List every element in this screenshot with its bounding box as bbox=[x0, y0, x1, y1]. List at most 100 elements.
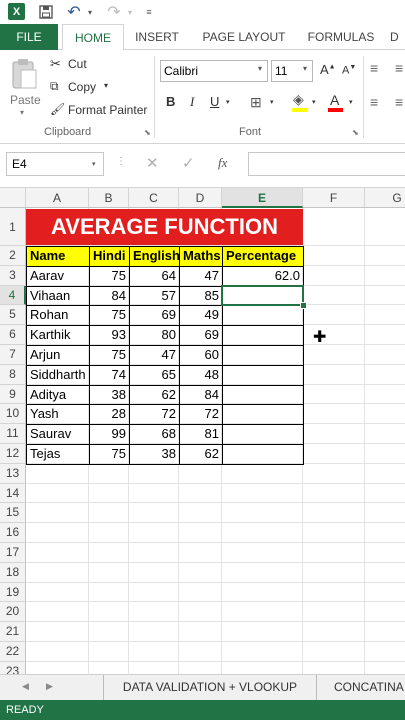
data-cell-percentage[interactable] bbox=[222, 384, 304, 406]
scroll-sheets-left-icon[interactable]: ◀ bbox=[22, 681, 29, 692]
data-cell-maths[interactable]: 84 bbox=[179, 384, 223, 406]
increase-font-size-icon[interactable]: A▲ bbox=[320, 62, 336, 77]
data-cell-name[interactable]: Rohan bbox=[26, 305, 90, 327]
insert-function-icon[interactable]: fx bbox=[218, 155, 227, 171]
row-header-2[interactable]: 2 bbox=[0, 246, 26, 266]
redo-dropdown-icon[interactable]: ▾ bbox=[126, 3, 134, 21]
center-align-icon[interactable]: ≡ bbox=[395, 94, 403, 110]
data-cell-hindi[interactable]: 93 bbox=[89, 325, 130, 346]
middle-align-icon[interactable]: ≡ bbox=[395, 60, 403, 76]
row-header-15[interactable]: 15 bbox=[0, 503, 26, 524]
data-cell-hindi[interactable]: 38 bbox=[89, 384, 130, 406]
cut-button[interactable]: Cut bbox=[68, 57, 87, 71]
data-cell-percentage[interactable] bbox=[222, 424, 304, 445]
data-cell-english[interactable]: 47 bbox=[129, 345, 180, 366]
row-header-8[interactable]: 8 bbox=[0, 364, 26, 385]
data-cell-hindi[interactable]: 99 bbox=[89, 424, 130, 445]
data-cell-maths[interactable]: 81 bbox=[179, 424, 223, 445]
top-align-icon[interactable]: ≡ bbox=[370, 60, 378, 76]
paste-dropdown-icon[interactable]: ▾ bbox=[20, 108, 24, 117]
tab-home[interactable]: HOME bbox=[62, 24, 124, 51]
data-cell-english[interactable]: 57 bbox=[129, 285, 180, 307]
customize-qat-icon[interactable]: ≡ bbox=[144, 3, 154, 21]
decrease-font-size-icon[interactable]: A▼ bbox=[342, 64, 356, 77]
align-left-icon[interactable]: ≡ bbox=[370, 94, 378, 110]
fill-color-dropdown-icon[interactable]: ▾ bbox=[312, 98, 316, 106]
copy-button[interactable]: Copy bbox=[68, 80, 96, 94]
formula-input[interactable] bbox=[248, 152, 405, 176]
fill-color-icon[interactable]: ◈ bbox=[293, 91, 304, 108]
data-cell-hindi[interactable]: 75 bbox=[89, 305, 130, 327]
tab-file[interactable]: FILE bbox=[0, 24, 58, 50]
data-cell-english[interactable]: 72 bbox=[129, 404, 180, 426]
column-header-a[interactable]: A bbox=[26, 188, 89, 208]
data-cell-english[interactable]: 62 bbox=[129, 384, 180, 406]
select-all-corner[interactable] bbox=[0, 188, 26, 208]
data-cell-english[interactable]: 38 bbox=[129, 444, 180, 465]
fill-handle[interactable] bbox=[300, 302, 307, 310]
format-painter-icon[interactable]: 🖌 bbox=[50, 102, 65, 116]
tab-data[interactable]: D bbox=[390, 24, 405, 50]
font-launcher-icon[interactable]: ⬊ bbox=[352, 128, 359, 137]
data-cell-maths[interactable]: 72 bbox=[179, 404, 223, 426]
row-header-12[interactable]: 12 bbox=[0, 444, 26, 464]
paste-button[interactable]: Paste bbox=[10, 93, 41, 107]
font-name-dropdown-icon[interactable]: ▾ bbox=[258, 64, 262, 73]
sheet-tab[interactable]: CONCATINA bbox=[320, 675, 405, 700]
paste-icon[interactable] bbox=[10, 58, 38, 90]
data-cell-percentage[interactable]: 62.0 bbox=[222, 265, 304, 287]
row-header-10[interactable]: 10 bbox=[0, 404, 26, 425]
data-cell-english[interactable]: 64 bbox=[129, 265, 180, 287]
enter-icon[interactable]: ✓ bbox=[182, 154, 195, 172]
column-header-f[interactable]: F bbox=[303, 188, 365, 208]
undo-dropdown-icon[interactable]: ▾ bbox=[86, 3, 94, 21]
name-box[interactable]: E4 bbox=[6, 152, 104, 176]
row-header-23[interactable]: 23 bbox=[0, 661, 26, 674]
data-cell-hindi[interactable]: 75 bbox=[89, 444, 130, 465]
font-name-select[interactable]: Calibri bbox=[160, 60, 268, 82]
row-header-17[interactable]: 17 bbox=[0, 543, 26, 563]
format-painter-button[interactable]: Format Painter bbox=[68, 103, 147, 117]
data-cell-name[interactable]: Karthik bbox=[26, 325, 90, 346]
data-cell-hindi[interactable]: 75 bbox=[89, 345, 130, 366]
data-cell-name[interactable]: Arjun bbox=[26, 345, 90, 366]
borders-icon[interactable]: ⊞ bbox=[250, 94, 262, 111]
tab-insert[interactable]: INSERT bbox=[128, 24, 186, 50]
row-header-4[interactable]: 4 bbox=[0, 285, 26, 306]
column-heading-cell[interactable]: Percentage bbox=[222, 246, 304, 267]
row-header-14[interactable]: 14 bbox=[0, 483, 26, 504]
active-cell-cursor[interactable] bbox=[221, 284, 304, 307]
row-header-13[interactable]: 13 bbox=[0, 463, 26, 484]
column-heading-cell[interactable]: Name bbox=[26, 246, 90, 267]
data-cell-english[interactable]: 80 bbox=[129, 325, 180, 346]
data-cell-name[interactable]: Saurav bbox=[26, 424, 90, 445]
column-header-e[interactable]: E bbox=[222, 188, 303, 208]
copy-icon[interactable]: ⧉ bbox=[50, 79, 59, 94]
data-cell-hindi[interactable]: 75 bbox=[89, 265, 130, 287]
formula-bar-splitter-icon[interactable]: ⋮ bbox=[116, 156, 126, 167]
worksheet-grid[interactable]: A B C D E F G 1 2 3 4 5 6 7 8 9 10 11 12 13 14 15 16 17 18 19 20 21… bbox=[0, 188, 405, 674]
data-cell-percentage[interactable] bbox=[222, 325, 304, 346]
copy-dropdown-icon[interactable]: ▾ bbox=[104, 81, 108, 90]
data-cell-maths[interactable]: 85 bbox=[179, 285, 223, 307]
row-header-21[interactable]: 21 bbox=[0, 622, 26, 642]
column-heading-cell[interactable]: Maths bbox=[179, 246, 223, 267]
scroll-sheets-right-icon[interactable]: ▶ bbox=[46, 681, 53, 692]
data-cell-maths[interactable]: 69 bbox=[179, 325, 223, 346]
redo-icon[interactable]: ↷ bbox=[106, 3, 122, 21]
data-cell-english[interactable]: 68 bbox=[129, 424, 180, 445]
data-cell-maths[interactable]: 48 bbox=[179, 364, 223, 386]
bold-button[interactable]: B bbox=[166, 94, 175, 109]
clipboard-launcher-icon[interactable]: ⬊ bbox=[144, 128, 151, 137]
underline-dropdown-icon[interactable]: ▾ bbox=[226, 98, 230, 106]
scissors-icon[interactable]: ✂ bbox=[50, 56, 61, 72]
sheet-tab[interactable]: DATA VALIDATION + VLOOKUP bbox=[103, 675, 317, 700]
data-cell-name[interactable]: Aditya bbox=[26, 384, 90, 406]
column-header-c[interactable]: C bbox=[129, 188, 179, 208]
underline-button[interactable]: U bbox=[210, 94, 219, 109]
data-cell-percentage[interactable] bbox=[222, 345, 304, 366]
row-header-6[interactable]: 6 bbox=[0, 325, 26, 345]
tab-page-layout[interactable]: PAGE LAYOUT bbox=[196, 24, 292, 50]
data-cell-maths[interactable]: 60 bbox=[179, 345, 223, 366]
row-header-9[interactable]: 9 bbox=[0, 384, 26, 405]
